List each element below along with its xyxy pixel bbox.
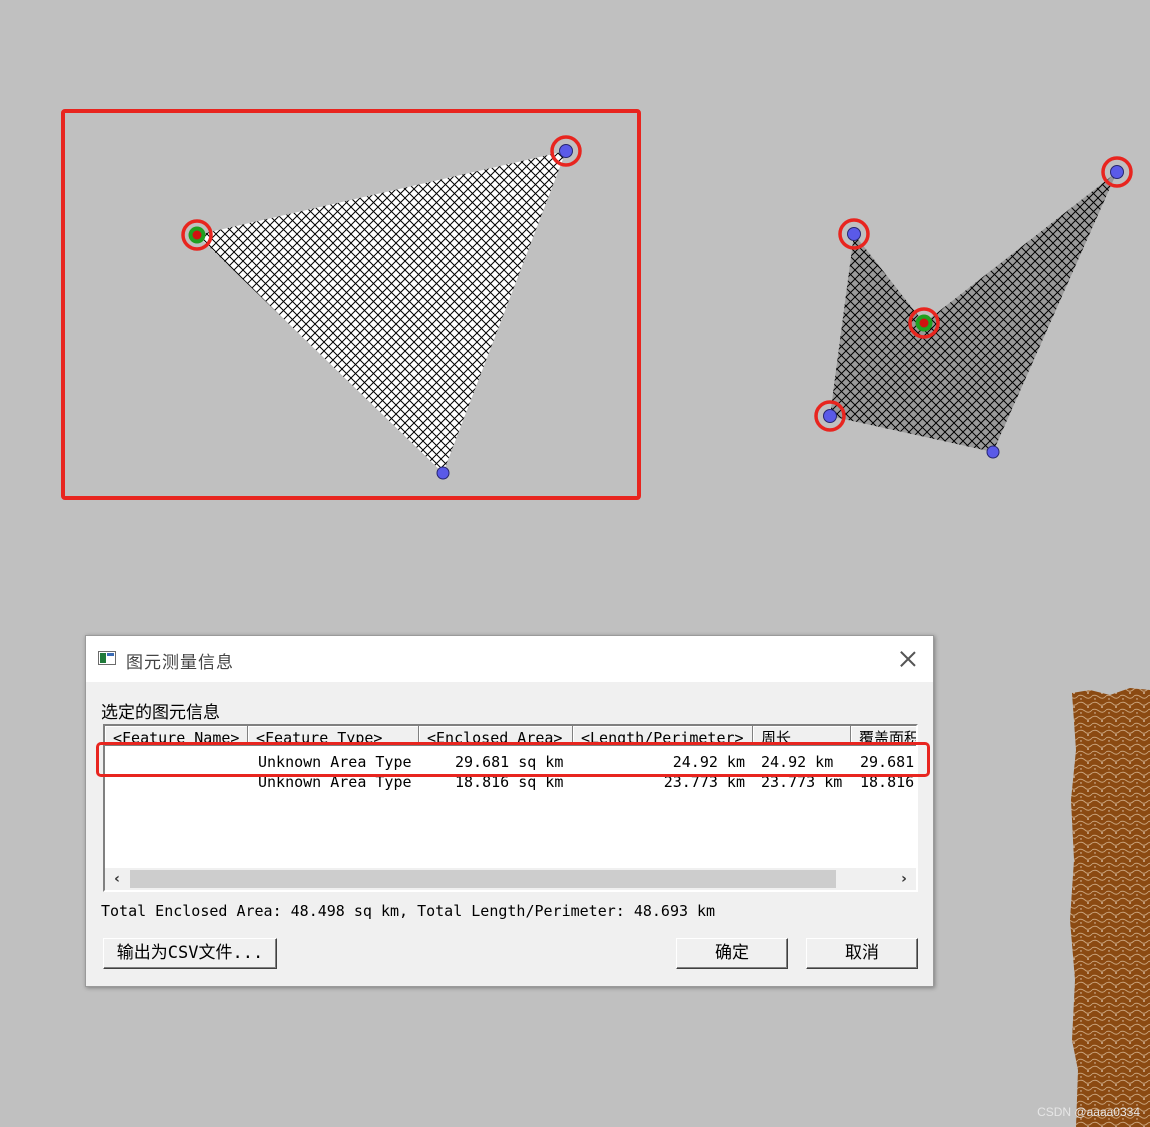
cell-enclosed-area: 18.816 sq km (455, 773, 564, 791)
table-row[interactable]: Unknown Area Type 29.681 sq km 24.92 km … (105, 752, 916, 772)
table-row[interactable]: Unknown Area Type 18.816 sq km 23.773 km… (105, 772, 916, 792)
totals-summary: Total Enclosed Area: 48.498 sq km, Total… (101, 902, 716, 920)
cell-feature-name (113, 752, 243, 772)
measurement-dialog: 图元测量信息 选定的图元信息 <Feature Name> <Feature T… (85, 635, 934, 987)
dialog-title: 图元测量信息 (126, 653, 234, 673)
scrollbar-thumb[interactable] (130, 870, 836, 888)
vertex-dot-icon[interactable] (550, 135, 582, 167)
cell-perimeter: 23.773 km (761, 773, 843, 791)
watermark: CSDN @aaaa0334 (1037, 1105, 1140, 1119)
column-header-perimeter[interactable]: 周长 (753, 726, 851, 746)
feature-list[interactable]: <Feature Name> <Feature Type> <Enclosed … (103, 724, 918, 892)
map-window-icon (98, 651, 116, 665)
column-header-feature-name[interactable]: <Feature Name> (105, 726, 248, 746)
cell-enclosed-area: 29.681 sq km (455, 753, 564, 771)
vertex-dot-icon[interactable] (986, 445, 1000, 459)
close-icon[interactable] (897, 648, 919, 670)
cell-feature-type: Unknown Area Type (258, 773, 412, 791)
cell-length-perimeter: 24.92 km (672, 753, 745, 771)
column-header-coverage-area[interactable]: 覆盖面积 (851, 726, 916, 746)
ok-button[interactable]: 确定 (676, 938, 788, 969)
group-label: 选定的图元信息 (101, 703, 220, 723)
title-bar[interactable]: 图元测量信息 (86, 636, 933, 682)
polygon-feature[interactable] (830, 172, 1117, 452)
chevron-left-icon[interactable]: ‹ (105, 868, 129, 890)
cell-coverage-area: 18.816 (860, 773, 915, 791)
vertex-dot-icon[interactable] (1101, 156, 1133, 188)
cancel-button[interactable]: 取消 (806, 938, 918, 969)
export-csv-button[interactable]: 输出为CSV文件... (103, 938, 277, 969)
horizontal-scrollbar[interactable]: ‹ › (105, 868, 916, 890)
cell-coverage-area: 29.681 (860, 753, 915, 771)
cell-feature-name (113, 772, 243, 792)
cell-perimeter: 24.92 km (761, 753, 834, 771)
list-header: <Feature Name> <Feature Type> <Enclosed … (105, 726, 916, 746)
cell-length-perimeter: 23.773 km (663, 773, 745, 791)
cell-feature-type: Unknown Area Type (258, 753, 412, 771)
triangle-feature[interactable] (197, 151, 566, 473)
chevron-right-icon[interactable]: › (892, 868, 916, 890)
column-header-length-perimeter[interactable]: <Length/Perimeter> (573, 726, 753, 746)
column-header-feature-type[interactable]: <Feature Type> (248, 726, 419, 746)
column-header-enclosed-area[interactable]: <Enclosed Area> (419, 726, 573, 746)
vertex-dot-icon[interactable] (436, 466, 450, 480)
terrain-raster (1070, 688, 1150, 1127)
